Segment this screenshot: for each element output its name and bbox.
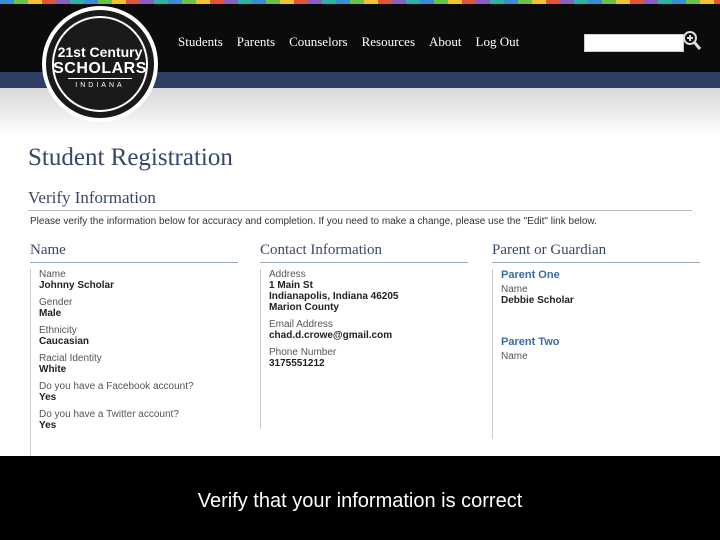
field-value: Male [39, 308, 62, 319]
field-label: Gender [39, 297, 73, 308]
contact-column-heading: Contact Information [260, 242, 468, 263]
email-label: Email Address [269, 319, 333, 330]
field-label: Do you have a Facebook account? [39, 381, 194, 392]
field-label: Racial Identity [39, 353, 102, 364]
address-line: 1 Main St [269, 280, 313, 291]
address-line: Indianapolis, Indiana 46205 [269, 291, 399, 302]
field-label: Name [501, 284, 528, 295]
nav-parents[interactable]: Parents [237, 34, 275, 50]
field-value: Caucasian [39, 336, 90, 347]
nav-counselors[interactable]: Counselors [289, 34, 348, 50]
nav-students[interactable]: Students [178, 34, 223, 50]
divider [28, 210, 692, 211]
field-value: Yes [39, 420, 57, 431]
parent-one-title: Parent One [501, 269, 560, 281]
logo-line-century: 21st Century [57, 44, 143, 60]
nav-about[interactable]: About [429, 34, 462, 50]
logo-divider [68, 78, 132, 79]
parent-two-title: Parent Two [501, 336, 560, 348]
nav-resources[interactable]: Resources [362, 34, 415, 50]
address-label: Address [269, 269, 306, 280]
name-column-heading: Name [30, 242, 238, 263]
slide-caption: Verify that your information is correct [197, 490, 523, 512]
nav-log-out[interactable]: Log Out [476, 34, 520, 50]
instructions-text: Please verify the information below for … [30, 216, 597, 227]
field-label: Name [39, 269, 66, 280]
field-value: Johnny Scholar [39, 280, 115, 291]
logo-line-indiana: INDIANA [75, 82, 125, 89]
field-label: Ethnicity [39, 325, 77, 336]
section-title: Verify Information [28, 188, 156, 207]
parent-column-body: Parent One Name Debbie Scholar Parent Tw… [492, 269, 700, 439]
zoom-in-search-icon[interactable] [682, 30, 702, 52]
field-value: Yes [39, 392, 57, 403]
page-title: Student Registration [28, 144, 233, 171]
phone-value: 3175551212 [269, 358, 325, 369]
field-value: Debbie Scholar [501, 295, 574, 306]
name-column-body: Name Johnny Scholar Gender Male Ethnicit… [30, 269, 238, 459]
name-column: Name Name Johnny Scholar Gender Male Eth… [30, 242, 238, 459]
main-content: Student Registration Verify Information … [0, 88, 720, 459]
email-value: chad.d.crowe@gmail.com [269, 330, 393, 341]
phone-label: Phone Number [269, 347, 337, 358]
field-label: Do you have a Twitter account? [39, 409, 179, 420]
parent-column: Parent or Guardian Parent One Name Debbi… [492, 242, 700, 439]
contact-column-body: Address 1 Main St Indianapolis, Indiana … [260, 269, 468, 429]
scholars-logo[interactable]: 21st Century SCHOLARS INDIANA [42, 6, 158, 122]
parent-column-heading: Parent or Guardian [492, 242, 700, 263]
search-input[interactable] [584, 34, 684, 52]
field-label: Name [501, 351, 528, 362]
main-nav: Students Parents Counselors Resources Ab… [178, 34, 533, 50]
contact-column: Contact Information Address 1 Main St In… [260, 242, 468, 429]
address-line: Marion County [269, 302, 339, 313]
field-value: White [39, 364, 67, 375]
logo-line-scholars: SCHOLARS [53, 60, 147, 77]
caption-bar: Verify that your information is correct [0, 456, 720, 540]
